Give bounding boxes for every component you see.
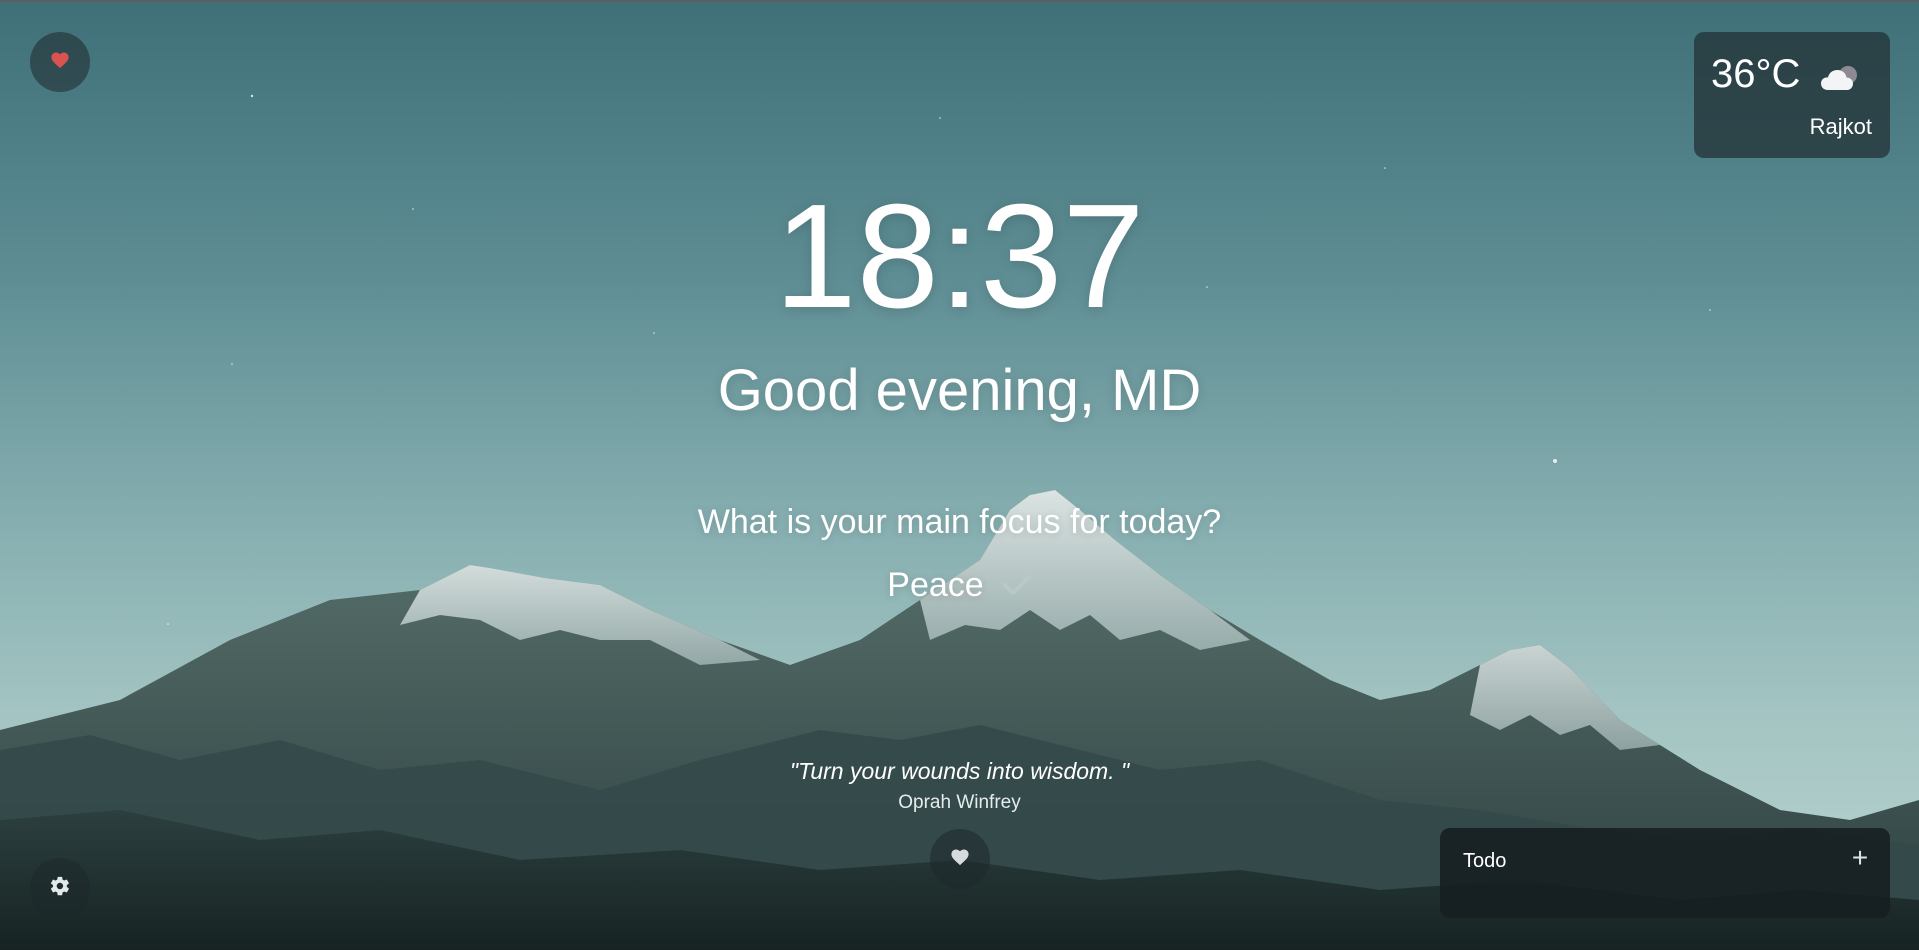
add-todo-button[interactable]: + bbox=[1846, 844, 1874, 872]
weather-city: Rajkot bbox=[1809, 114, 1872, 139]
new-tab-dashboard: 36°C Rajkot 18:37 Good evening, MD What … bbox=[0, 0, 1919, 950]
quote-like-button[interactable] bbox=[930, 829, 990, 889]
focus-value[interactable]: Peace bbox=[887, 568, 983, 602]
heart-icon bbox=[950, 848, 970, 871]
weather-widget[interactable]: 36°C Rajkot bbox=[1694, 32, 1890, 158]
favorite-button[interactable] bbox=[30, 32, 90, 92]
greeting-text: Good evening, MD bbox=[717, 358, 1202, 423]
gear-icon bbox=[49, 875, 71, 902]
weather-temperature: 36°C bbox=[1711, 52, 1801, 96]
focus-entry: Peace bbox=[0, 568, 1919, 602]
quote-author: Oprah Winfrey bbox=[898, 792, 1021, 813]
check-icon[interactable] bbox=[1002, 573, 1032, 597]
focus-question: What is your main focus for today? bbox=[697, 503, 1222, 541]
cloud-icon bbox=[1820, 63, 1862, 98]
heart-icon bbox=[50, 51, 70, 74]
quote-text: "Turn your wounds into wisdom. " bbox=[789, 758, 1130, 784]
settings-button[interactable] bbox=[30, 858, 90, 918]
todo-panel[interactable]: Todo + bbox=[1440, 828, 1890, 918]
clock-time: 18:37 bbox=[774, 174, 1145, 339]
todo-title: Todo bbox=[1463, 850, 1507, 872]
